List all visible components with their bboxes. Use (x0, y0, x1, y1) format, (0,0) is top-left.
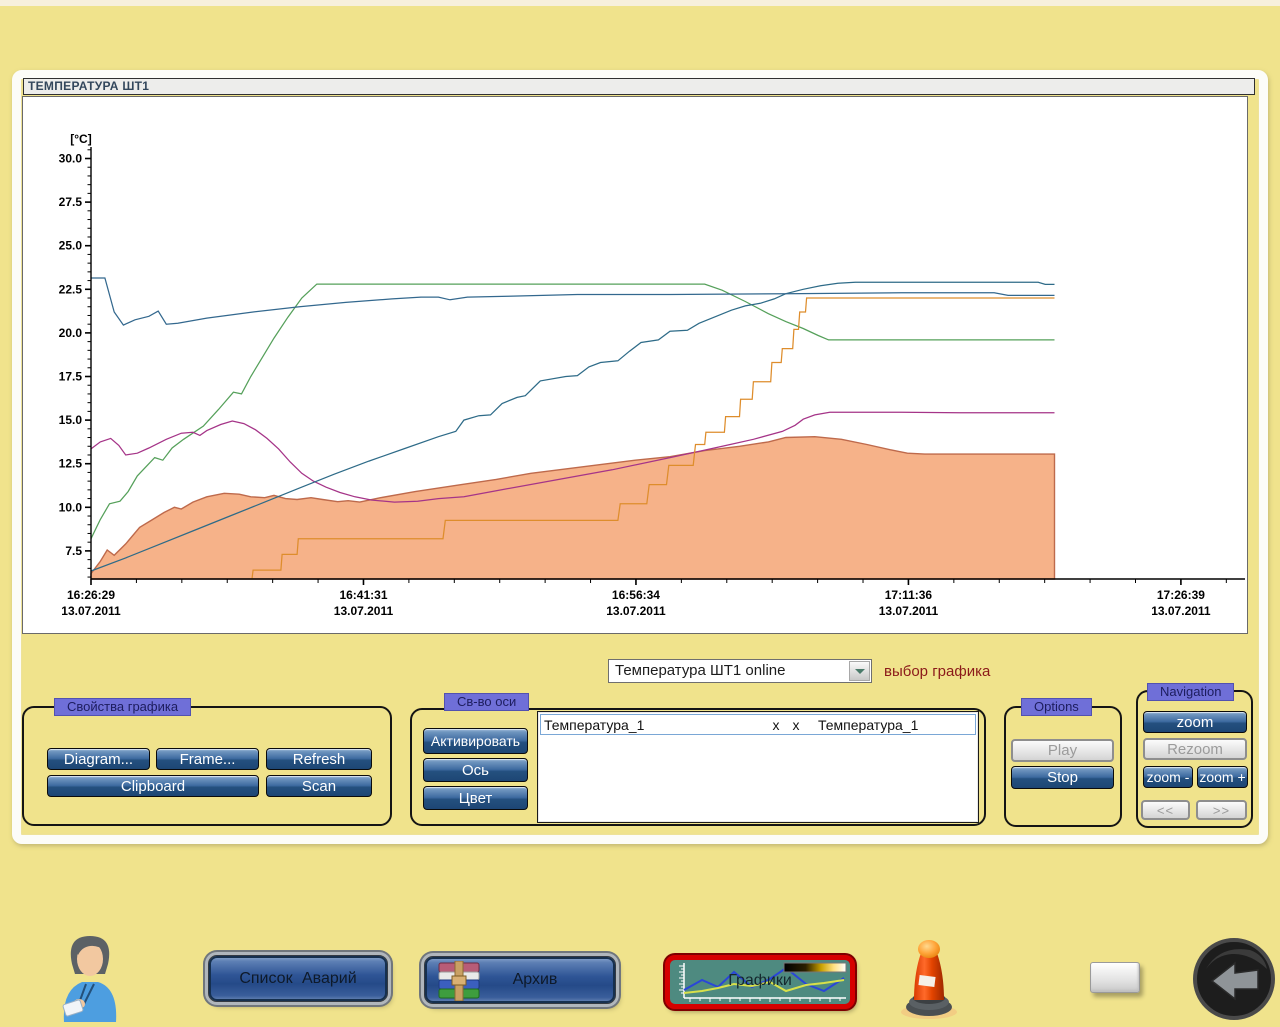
svg-text:16:56:34: 16:56:34 (612, 588, 660, 602)
svg-text:22.5: 22.5 (59, 282, 83, 296)
svg-text:7.5: 7.5 (65, 544, 82, 558)
clipboard-button[interactable]: Clipboard (47, 775, 259, 797)
svg-text:13.07.2011: 13.07.2011 (879, 604, 939, 618)
trend-chart-svg[interactable]: 30.0 27.5 25.0 22.5 20.0 17.5 15.0 12.5 10.0 7.5 [… (23, 97, 1247, 633)
archive-button[interactable]: Архив (424, 956, 616, 1004)
diagram-button[interactable]: Diagram... (47, 748, 150, 770)
curves-list[interactable]: Температура_1 x x Температура_1 (537, 711, 979, 823)
activate-button[interactable]: Активировать (423, 728, 528, 754)
svg-text:17.5: 17.5 (59, 370, 83, 384)
graph-selector[interactable]: Температура ШТ1 online (608, 659, 872, 683)
combo-dropdown-button[interactable] (849, 661, 870, 681)
axis-button[interactable]: Ось (423, 758, 528, 782)
alarm-beacon-icon[interactable] (896, 936, 962, 1025)
graphs-label: Графики (670, 972, 850, 990)
svg-text:17:26:39: 17:26:39 (1157, 588, 1205, 602)
play-button[interactable]: Play (1011, 739, 1114, 762)
rezoom-button[interactable]: Rezoom (1143, 738, 1247, 760)
svg-text:17:11:36: 17:11:36 (885, 588, 933, 602)
zoom-in-button[interactable]: zoom + (1197, 766, 1248, 788)
svg-text:25.0: 25.0 (59, 239, 83, 253)
step-back-button[interactable]: << (1141, 800, 1190, 820)
group-title-chart-properties: Свойства графика (54, 698, 191, 716)
graph-selector-value: Температура ШТ1 online (615, 662, 785, 679)
curve-name-right: Температура_1 (818, 717, 918, 733)
svg-text:13.07.2011: 13.07.2011 (1151, 604, 1211, 618)
graphs-button[interactable]: Графики (665, 955, 855, 1009)
frame-button[interactable]: Frame... (156, 748, 259, 770)
curve-list-item[interactable]: Температура_1 x x Температура_1 (540, 714, 976, 735)
svg-text:13.07.2011: 13.07.2011 (61, 604, 121, 618)
alarm-list-label: Список Аварий (239, 970, 356, 988)
svg-text:10.0: 10.0 (59, 500, 83, 514)
svg-text:13.07.2011: 13.07.2011 (334, 604, 394, 618)
trend-chart-panel[interactable]: 30.0 27.5 25.0 22.5 20.0 17.5 15.0 12.5 10.0 7.5 [… (22, 96, 1248, 634)
curve-axis-x1: x (766, 717, 786, 733)
group-title-axis-properties: Св-во оси (444, 693, 529, 711)
graph-selector-caption: выбор графика (884, 663, 990, 680)
group-title-options: Options (1021, 698, 1092, 716)
svg-text:27.5: 27.5 (59, 195, 83, 209)
blank-button[interactable] (1090, 962, 1140, 993)
step-forward-button[interactable]: >> (1196, 800, 1247, 820)
archive-books-icon (437, 961, 481, 1001)
svg-text:[°C]: [°C] (70, 132, 91, 146)
screen-top-edge (0, 0, 1280, 6)
chevron-down-icon (855, 669, 865, 674)
svg-text:16:41:31: 16:41:31 (339, 588, 387, 602)
refresh-button[interactable]: Refresh (266, 748, 372, 770)
archive-label: Архив (513, 971, 558, 989)
group-title-navigation: Navigation (1147, 683, 1234, 701)
svg-text:30.0: 30.0 (59, 152, 83, 166)
back-button[interactable] (1192, 937, 1276, 1026)
scan-button[interactable]: Scan (266, 775, 372, 797)
curve-name-left: Температура_1 (541, 717, 766, 733)
alarm-list-button[interactable]: Список Аварий (208, 955, 388, 1002)
color-button[interactable]: Цвет (423, 786, 528, 810)
svg-text:20.0: 20.0 (59, 326, 83, 340)
user-avatar-icon[interactable] (52, 928, 128, 1027)
curve-axis-x2: x (786, 717, 806, 733)
svg-text:13.07.2011: 13.07.2011 (606, 604, 666, 618)
window-title-bar: ТЕМПЕРАТУРА ШТ1 (23, 78, 1255, 95)
svg-text:15.0: 15.0 (59, 413, 83, 427)
zoom-button[interactable]: zoom (1143, 711, 1247, 733)
stop-button[interactable]: Stop (1011, 766, 1114, 789)
svg-text:16:26:29: 16:26:29 (67, 588, 115, 602)
zoom-out-button[interactable]: zoom - (1143, 766, 1193, 788)
svg-text:12.5: 12.5 (59, 457, 83, 471)
window-title: ТЕМПЕРАТУРА ШТ1 (28, 79, 149, 93)
